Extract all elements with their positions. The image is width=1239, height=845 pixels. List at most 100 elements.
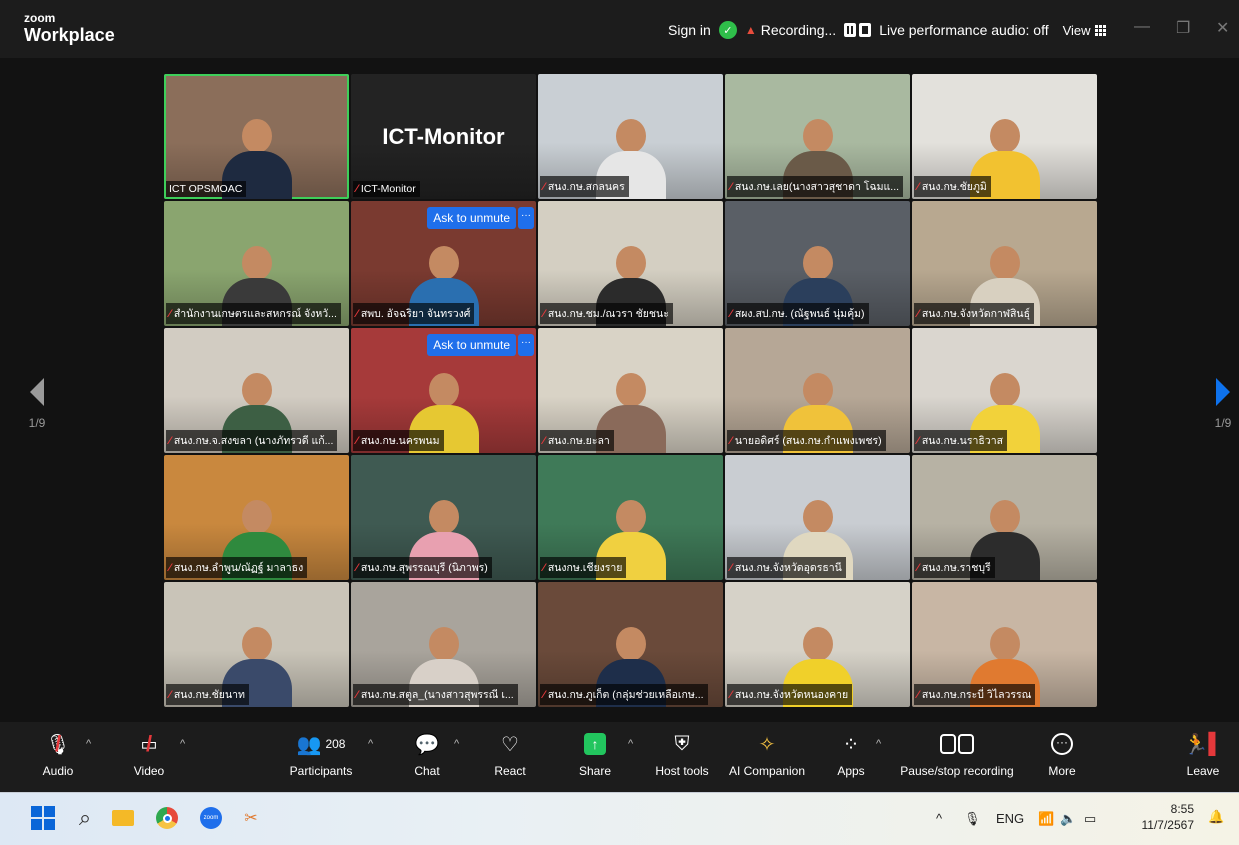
ask-to-unmute-button[interactable]: Ask to unmute	[427, 334, 516, 356]
view-button[interactable]: View	[1063, 23, 1106, 38]
heart-icon: ♡	[501, 733, 519, 756]
ai-companion-button[interactable]: ✧ AI Companion	[728, 730, 806, 779]
host-tools-label: Host tools	[655, 764, 709, 778]
live-audio-status[interactable]: Live performance audio: off	[879, 22, 1048, 38]
participant-name: สนง.กษ.สกลนคร	[547, 181, 625, 193]
mic-muted-icon: ⁄	[730, 307, 732, 320]
minimize-icon[interactable]: —	[1134, 18, 1150, 36]
more-icon: ···	[1051, 733, 1073, 755]
sign-in-link[interactable]: Sign in	[668, 22, 711, 38]
participant-name: ICT OPSMOAC	[169, 183, 243, 195]
video-button[interactable]: ▭ / Video	[130, 730, 168, 778]
participant-tile[interactable]: ⁄ สนง.กษ.สตูล_(นางสาวสุพรรณี เ...	[351, 582, 536, 707]
tile-more-button[interactable]: ···	[518, 334, 534, 356]
share-options-caret[interactable]: ^	[628, 738, 633, 750]
participant-name: สผง.สป.กษ. (ณัฐพนธ์ นุ่มคุ้ม)	[734, 308, 865, 320]
pause-recording-button[interactable]: Pause/stop recording	[898, 730, 1016, 778]
chrome-icon[interactable]	[154, 805, 180, 831]
participant-tile[interactable]: ⁄ สนงกษ.เชียงราย	[538, 455, 723, 580]
participant-tile[interactable]: ⁄ สนง.กษ.ชม./ณวรา ชัยชนะ	[538, 201, 723, 326]
share-button[interactable]: ↑ Share	[578, 730, 612, 778]
file-explorer-icon[interactable]	[110, 805, 136, 831]
snipping-tool-icon[interactable]: ✂	[238, 805, 264, 831]
participants-icon: 👥	[296, 733, 322, 756]
gallery-stage: 1/9 ICT OPSMOAC ICT-Monitor ⁄ ICT-Monitor ⁄ ส…	[0, 58, 1239, 722]
participant-name: สนง.กษ.ชัยภูมิ	[921, 181, 987, 193]
close-icon[interactable]: ✕	[1216, 18, 1229, 38]
participant-tile[interactable]: ⁄ สนง.กษ.ลำพูน/ณัฏฐ์ มาลาธง	[164, 455, 349, 580]
participants-options-caret[interactable]: ^	[368, 738, 373, 750]
participant-tile[interactable]: ⁄ สำนักงานเกษตรและสหกรณ์ จังหวั...	[164, 201, 349, 326]
participant-tile[interactable]: ⁄ สนง.กษ.จังหวัดอุดรธานี	[725, 455, 910, 580]
taskbar-clock[interactable]: 8:55 11/7/2567	[1138, 801, 1195, 833]
notification-bell-icon[interactable]: 🔔	[1208, 809, 1224, 825]
participant-name-label: ⁄ สนง.กษ.จ.สงขลา (นางภัทรวดี แก้...	[166, 430, 338, 451]
microphone-icon[interactable]: 🎙	[964, 811, 981, 827]
participant-tile[interactable]: ⁄ สนง.กษ.ยะลา	[538, 328, 723, 453]
react-label: React	[494, 764, 526, 778]
windows-start-icon[interactable]	[30, 805, 56, 831]
participant-tile[interactable]: ⁄ สนง.กษ.ชัยภูมิ	[912, 74, 1097, 199]
wifi-icon[interactable]: 📶	[1038, 811, 1054, 827]
participant-tile[interactable]: ⁄ สนง.กษ.ชัยนาท	[164, 582, 349, 707]
mic-muted-icon: ⁄	[356, 183, 358, 195]
participant-tile[interactable]: ⁄ สผง.สป.กษ. (ณัฐพนธ์ นุ่มคุ้ม)	[725, 201, 910, 326]
chevron-right-icon	[1216, 378, 1230, 406]
participant-tile[interactable]: ⁄ สนง.กษ.จังหวัดหนองคาย	[725, 582, 910, 707]
recording-status: Recording...	[760, 22, 837, 38]
next-page-button[interactable]: 1/9	[1208, 378, 1238, 430]
previous-page-button[interactable]: 1/9	[22, 378, 52, 430]
participant-tile[interactable]: ICT OPSMOAC	[164, 74, 349, 199]
language-indicator[interactable]: ENG	[996, 811, 1024, 826]
more-icon-wrap: ···	[1046, 730, 1078, 758]
mic-muted-icon: ⁄	[917, 688, 919, 701]
participant-tile[interactable]: ⁄ นายอดิศร์ (สนง.กษ.กำแพงเพชร)	[725, 328, 910, 453]
participants-button[interactable]: 👥 208 Participants	[286, 730, 356, 779]
audio-options-caret[interactable]: ^	[86, 738, 91, 750]
recording-controls[interactable]	[844, 23, 872, 37]
chevron-up-icon[interactable]: ^	[936, 811, 942, 826]
participant-tile[interactable]: ⁄ สนง.กษ.จ.สงขลา (นางภัทรวดี แก้...	[164, 328, 349, 453]
battery-icon[interactable]: ▭	[1084, 811, 1096, 827]
participant-tile[interactable]: ⁄ สนง.กษ.สกลนคร	[538, 74, 723, 199]
react-button[interactable]: ♡ React	[492, 730, 528, 779]
more-button[interactable]: ··· More	[1046, 730, 1078, 778]
participant-tile[interactable]: ⁄ สนง.กษ.เลย(นางสาวสุชาดา โฉมแ...	[725, 74, 910, 199]
chat-button[interactable]: 💬 Chat	[412, 730, 442, 779]
participant-tile[interactable]: ⁄ สนง.กษ.จังหวัดกาฬสินธุ์	[912, 201, 1097, 326]
recording-icon: ▲	[744, 23, 757, 37]
apps-options-caret[interactable]: ^	[876, 738, 881, 750]
participant-name-label: ⁄ สนง.กษ.จังหวัดอุดรธานี	[727, 557, 846, 578]
brand-zoom: zoom	[24, 11, 56, 25]
apps-button[interactable]: ⁘ Apps	[834, 730, 868, 779]
audio-button[interactable]: 🎙 / Audio	[40, 730, 76, 778]
participant-name: สนง.กษ.นราธิวาส	[921, 435, 1003, 447]
participant-tile[interactable]: Ask to unmute ··· ⁄ สนง.กษ.นครพนม	[351, 328, 536, 453]
participant-tile[interactable]: ⁄ สนง.กษ.ราชบุรี	[912, 455, 1097, 580]
participant-tile[interactable]: ⁄ สนง.กษ.ภูเก็ต (กลุ่มช่วยเหลือเกษ...	[538, 582, 723, 707]
stop-recording-icon[interactable]	[859, 23, 872, 37]
zoom-app-icon[interactable]: zoom	[198, 805, 224, 831]
participant-name: สพบ. อัจฉริยา จันทรวงศ์	[360, 308, 471, 320]
video-options-caret[interactable]: ^	[180, 738, 185, 750]
ask-to-unmute-button[interactable]: Ask to unmute	[427, 207, 516, 229]
participant-name: สนงกษ.เชียงราย	[547, 562, 623, 574]
participant-tile[interactable]: ⁄ สนง.กษ.สุพรรณบุรี (นิภาพร)	[351, 455, 536, 580]
participant-tile[interactable]: ⁄ สนง.กษ.นราธิวาส	[912, 328, 1097, 453]
participant-tile[interactable]: Ask to unmute ··· ⁄ สพบ. อัจฉริยา จันทรวงศ์	[351, 201, 536, 326]
share-label: Share	[578, 764, 612, 778]
maximize-icon[interactable]: ❐	[1176, 18, 1190, 38]
pause-recording-icon[interactable]	[844, 23, 857, 37]
participant-tile[interactable]: ICT-Monitor ⁄ ICT-Monitor	[351, 74, 536, 199]
participant-tile[interactable]: ⁄ สนง.กษ.กระบี่ วิไลวรรณ	[912, 582, 1097, 707]
speaker-icon[interactable]: 🔈	[1060, 811, 1076, 827]
host-tools-button[interactable]: ⛨ Host tools	[652, 730, 712, 779]
participant-name-label: ICT OPSMOAC	[166, 181, 247, 197]
mic-muted-icon: ⁄	[169, 434, 171, 447]
leave-button[interactable]: 🏃 ▌ Leave	[1183, 730, 1222, 779]
tile-more-button[interactable]: ···	[518, 207, 534, 229]
shield-check-icon[interactable]: ✓	[718, 21, 737, 39]
chat-options-caret[interactable]: ^	[454, 738, 459, 750]
search-icon[interactable]: ⌕	[72, 805, 98, 831]
chevron-left-icon	[30, 378, 44, 406]
